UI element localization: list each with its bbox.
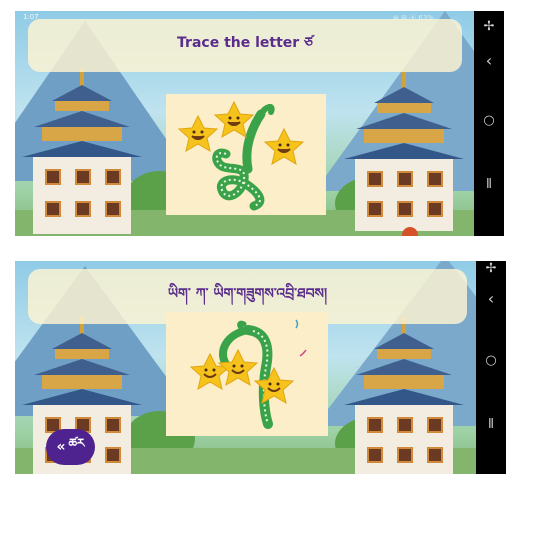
screenshot-bottom: ཡིག་ ཀ་ ཡིག་གཟུགས་འབྲི་ཐབས། « ཚར ✢ ‹ ○ ⦀ [15,261,506,474]
instruction-banner: Trace the letter ཙ [28,19,462,72]
tracing-card[interactable] [166,312,328,436]
letter-tracing-glyph[interactable] [166,94,326,215]
recents-nav-icon[interactable]: ⦀ [474,177,504,192]
temple-left [22,69,142,234]
instruction-text: Trace the letter ཙ [177,34,313,51]
star-character-icon [263,127,305,166]
letter-tracing-glyph[interactable] [166,312,328,436]
temple-right [344,71,464,231]
instruction-text: ཡིག་ ཀ་ ཡིག་གཟུགས་འབྲི་ཐབས། [167,285,328,302]
star-character-icon [177,114,219,153]
double-chevron-left-icon: « [56,439,66,455]
home-nav-icon[interactable]: ○ [474,113,504,128]
back-button-label: ཚར [68,436,85,450]
tracing-card[interactable] [166,94,326,215]
screenshot-top: 1:07 ⊛ ⊞ ⦿ 63% Trace the letter ཙ ✢ ‹ ○ … [15,11,504,236]
system-nav-bar: ✢ ‹ ○ ⦀ [476,261,506,474]
back-nav-icon[interactable]: ‹ [476,289,506,308]
temple-right [344,317,464,474]
game-scene: ཡིག་ ཀ་ ཡིག་གཟུགས་འབྲི་ཐབས། « ཚར [15,261,477,474]
accessibility-icon[interactable]: ✢ [476,261,506,276]
back-nav-icon[interactable]: ‹ [474,51,504,70]
back-button[interactable]: « ཚར [46,429,95,465]
game-scene: 1:07 ⊛ ⊞ ⦿ 63% Trace the letter ཙ [15,11,474,236]
system-nav-bar: ✢ ‹ ○ ⦀ [474,11,504,236]
floating-hint-dot [402,227,418,236]
home-nav-icon[interactable]: ○ [476,353,506,368]
recents-nav-icon[interactable]: ⦀ [476,417,506,432]
accessibility-icon[interactable]: ✢ [474,19,504,34]
